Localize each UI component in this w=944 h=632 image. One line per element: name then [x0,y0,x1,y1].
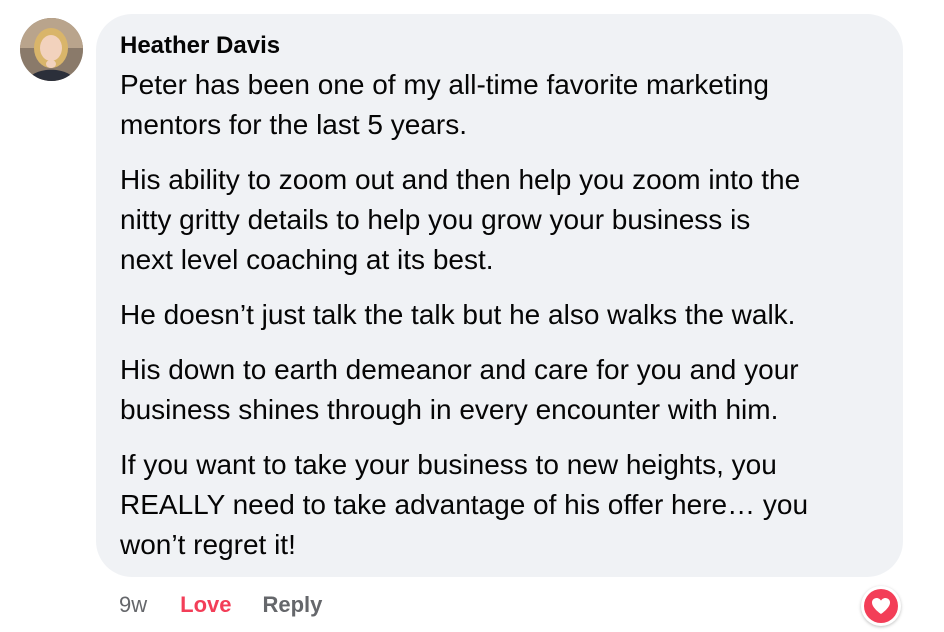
comment-text-line: won’t regret it! [120,529,296,560]
avatar-photo [20,18,83,81]
comment-text-line: next level coaching at its best. [120,244,494,275]
avatar[interactable] [20,18,83,81]
love-button[interactable]: Love [180,592,231,618]
comment-timestamp[interactable]: 9w [119,592,147,618]
comment-paragraph: Peter has been one of my all-time favori… [120,65,879,145]
reaction-badge[interactable] [861,586,901,626]
comment-text-line: His down to earth demeanor and care for … [120,354,799,385]
comment-body: Peter has been one of my all-time favori… [120,65,879,565]
comment-bubble: Heather Davis Peter has been one of my a… [96,14,903,577]
comment-text-line: mentors for the last 5 years. [120,109,468,140]
comment-text-line: If you want to take your business to new… [120,449,777,480]
heart-icon [864,589,898,623]
comment-text-line: business shines through in every encount… [120,394,779,425]
comment-paragraph: His down to earth demeanor and care for … [120,350,879,430]
comment-actions: 9w Love Reply [119,588,322,622]
comment-paragraph: His ability to zoom out and then help yo… [120,160,879,280]
comment-paragraph: If you want to take your business to new… [120,445,879,565]
comment-text-line: REALLY need to take advantage of his off… [120,489,809,520]
comment-text-line: He doesn’t just talk the talk but he als… [120,299,796,330]
comment-text-line: His ability to zoom out and then help yo… [120,164,801,195]
comment-text-line: nitty gritty details to help you grow yo… [120,204,751,235]
comment-text-line: Peter has been one of my all-time favori… [120,69,769,100]
comment-author[interactable]: Heather Davis [120,31,879,61]
comment-paragraph: He doesn’t just talk the talk but he als… [120,295,879,335]
reply-button[interactable]: Reply [262,592,322,618]
